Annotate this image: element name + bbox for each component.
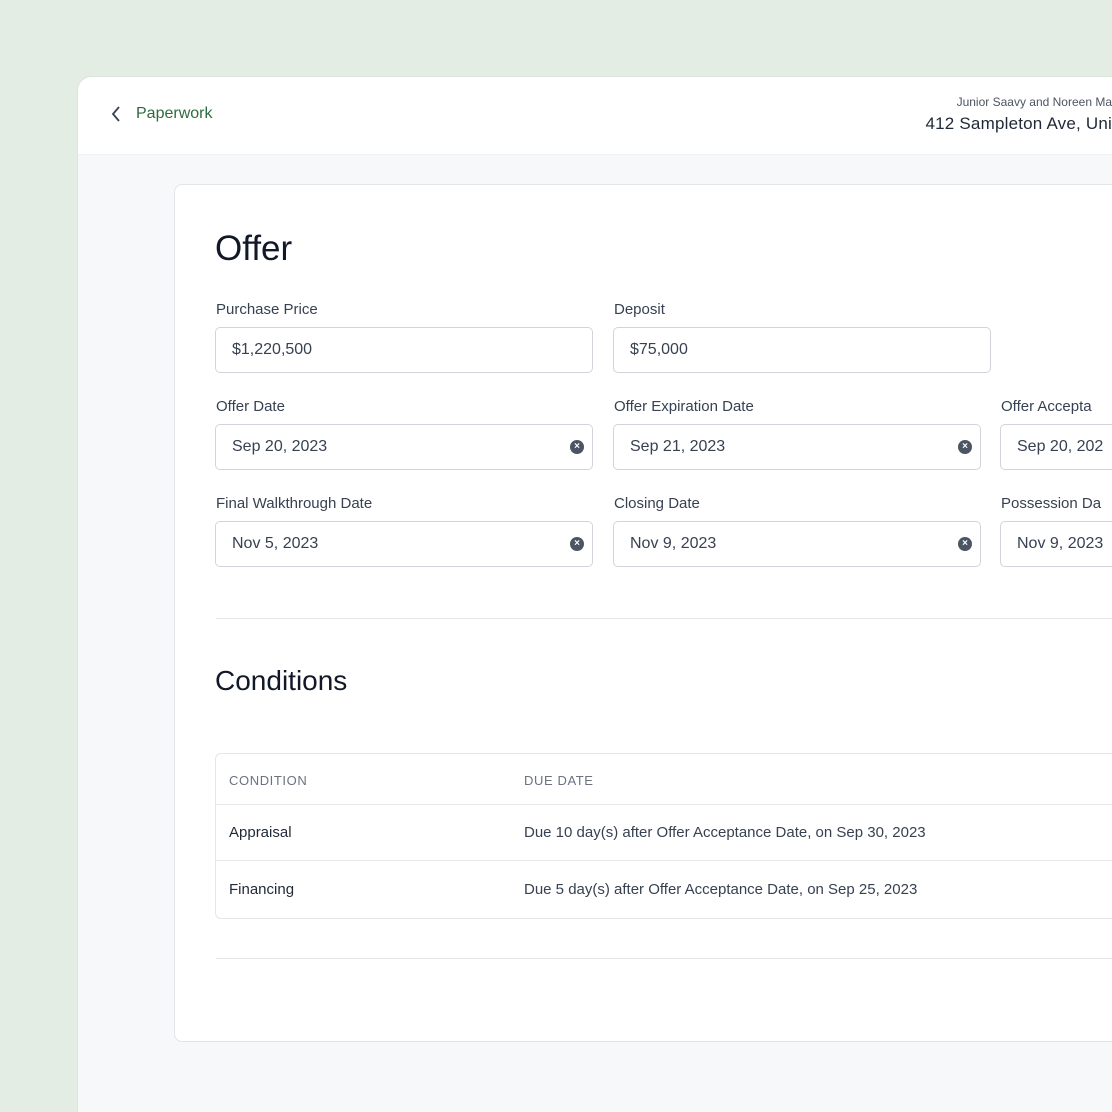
- offer-acceptance-date-label: Offer Accepta: [1001, 398, 1092, 415]
- app-window: Paperwork Junior Saavy and Noreen Ma 412…: [77, 76, 1112, 1112]
- offer-card: Offer Purchase Price $1,220,500 Deposit …: [174, 184, 1112, 1042]
- closing-date-input[interactable]: Nov 9, 2023 ×: [613, 521, 981, 567]
- possession-date-value: Nov 9, 2023: [1017, 535, 1104, 552]
- clear-icon[interactable]: ×: [958, 440, 972, 454]
- closing-date-value: Nov 9, 2023: [630, 535, 717, 552]
- final-walkthrough-date-value: Nov 5, 2023: [232, 535, 319, 552]
- offer-acceptance-date-input[interactable]: Sep 20, 202: [1000, 424, 1112, 470]
- closing-date-label: Closing Date: [614, 495, 700, 512]
- deposit-input[interactable]: $75,000: [613, 327, 991, 373]
- clear-icon[interactable]: ×: [570, 537, 584, 551]
- offer-date-input[interactable]: Sep 20, 2023 ×: [215, 424, 593, 470]
- offer-date-value: Sep 20, 2023: [232, 438, 328, 455]
- table-row[interactable]: Financing Due 5 day(s) after Offer Accep…: [216, 860, 1112, 918]
- column-header-due-date: DUE DATE: [524, 773, 594, 788]
- back-label: Paperwork: [136, 105, 213, 122]
- table-row[interactable]: Appraisal Due 10 day(s) after Offer Acce…: [216, 804, 1112, 860]
- final-walkthrough-date-input[interactable]: Nov 5, 2023 ×: [215, 521, 593, 567]
- conditions-table: CONDITION DUE DATE Appraisal Due 10 day(…: [215, 753, 1112, 919]
- offer-expiration-date-value: Sep 21, 2023: [630, 438, 726, 455]
- column-header-condition: CONDITION: [229, 773, 308, 788]
- client-names: Junior Saavy and Noreen Ma: [956, 95, 1112, 109]
- offer-expiration-date-label: Offer Expiration Date: [614, 398, 754, 415]
- property-address: 412 Sampleton Ave, Uni: [925, 114, 1112, 133]
- possession-date-input[interactable]: Nov 9, 2023: [1000, 521, 1112, 567]
- purchase-price-value: $1,220,500: [232, 341, 313, 358]
- divider: [216, 958, 1112, 959]
- offer-date-label: Offer Date: [216, 398, 285, 415]
- clear-icon[interactable]: ×: [570, 440, 584, 454]
- offer-title: Offer: [215, 229, 293, 268]
- offer-acceptance-date-value: Sep 20, 202: [1017, 438, 1104, 455]
- clear-icon[interactable]: ×: [958, 537, 972, 551]
- purchase-price-label: Purchase Price: [216, 301, 318, 318]
- purchase-price-input[interactable]: $1,220,500: [215, 327, 593, 373]
- offer-expiration-date-input[interactable]: Sep 21, 2023 ×: [613, 424, 981, 470]
- deposit-label: Deposit: [614, 301, 665, 318]
- header: Paperwork Junior Saavy and Noreen Ma 412…: [78, 77, 1112, 155]
- divider: [216, 618, 1112, 619]
- chevron-left-icon: [111, 106, 120, 122]
- possession-date-label: Possession Da: [1001, 495, 1102, 512]
- condition-name: Appraisal: [229, 824, 292, 841]
- conditions-title: Conditions: [215, 665, 348, 696]
- deposit-value: $75,000: [630, 341, 688, 358]
- condition-due: Due 5 day(s) after Offer Acceptance Date…: [524, 881, 918, 898]
- back-button[interactable]: Paperwork: [110, 105, 212, 123]
- final-walkthrough-date-label: Final Walkthrough Date: [216, 495, 373, 512]
- condition-due: Due 10 day(s) after Offer Acceptance Dat…: [524, 824, 926, 841]
- condition-name: Financing: [229, 881, 295, 898]
